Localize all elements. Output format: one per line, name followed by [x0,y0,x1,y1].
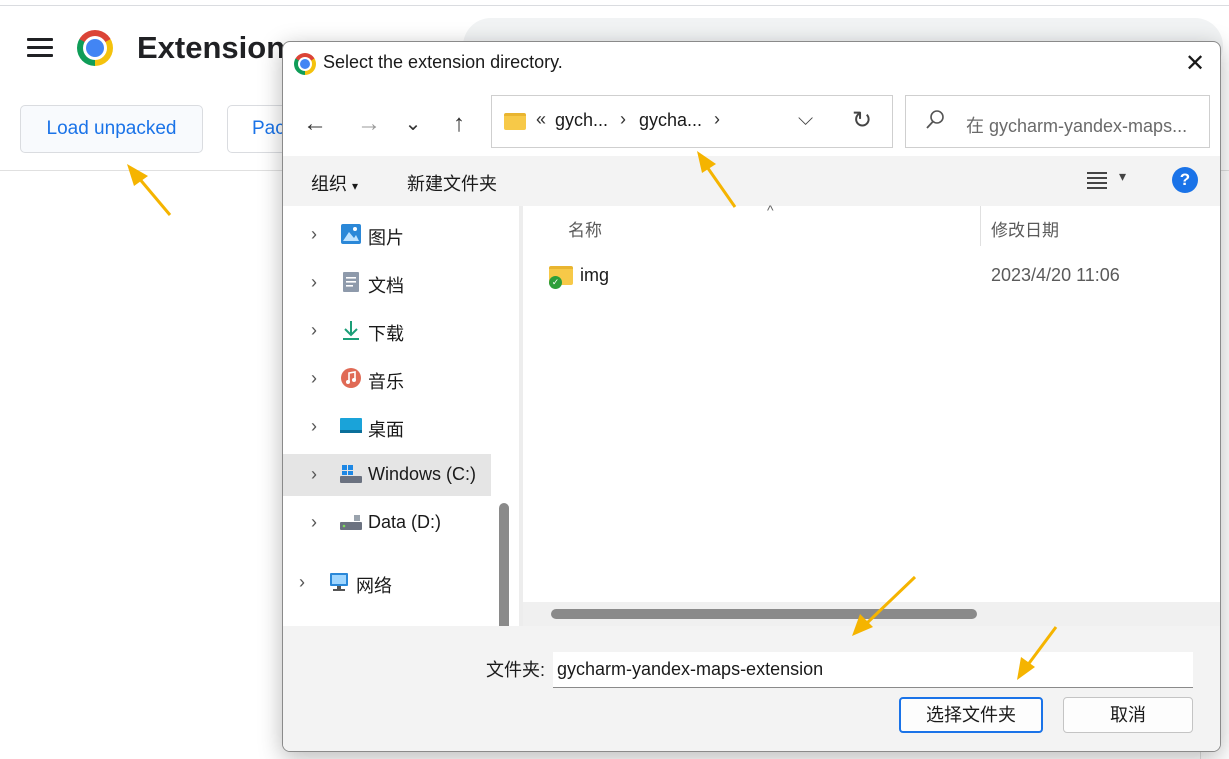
nav-item-music[interactable]: › 音乐 [283,358,491,400]
nav-item-pictures[interactable]: › 图片 [283,214,491,256]
expand-chevron-icon[interactable]: › [311,464,317,485]
nav-item-network[interactable]: › 网络 [283,562,479,604]
nav-item-label: Windows (C:) [368,464,477,484]
chrome-logo-icon [77,30,113,66]
organize-menu[interactable]: 组织 ▾ [311,170,358,196]
network-icon [330,573,348,591]
folder-field-label: 文件夹: [486,660,546,680]
view-options-icon[interactable] [1087,172,1107,190]
page-title: Extension [137,30,286,65]
nav-item-downloads[interactable]: › 下载 [283,310,491,352]
breadcrumb-overflow[interactable]: « [536,109,546,130]
folder-icon [504,113,526,130]
back-icon[interactable]: ← [297,106,333,142]
forward-icon[interactable]: → [351,106,387,142]
nav-item-windows-c[interactable]: › Windows (C:) [283,454,491,496]
expand-chevron-icon[interactable]: › [311,512,317,533]
expand-chevron-icon[interactable]: › [311,320,317,341]
chevron-down-icon: ▾ [352,179,359,193]
top-divider [0,5,1229,6]
chrome-app-icon [294,53,316,75]
sort-ascending-icon: ^ [767,202,774,218]
pictures-icon [341,224,361,244]
breadcrumb-separator[interactable]: › [620,109,626,130]
breadcrumb-separator[interactable]: › [714,109,720,130]
file-modified-date: 2023/4/20 11:06 [991,265,1120,285]
drive-d-icon [340,515,362,530]
select-folder-dialog: Select the extension directory. ✕ ← → ⌄ … [282,41,1221,752]
menu-icon[interactable] [27,38,53,58]
view-dropdown-icon[interactable]: ▾ [1119,168,1126,185]
nav-item-label: 桌面 [368,420,404,440]
expand-chevron-icon[interactable]: › [311,224,317,245]
folder-search-input[interactable]: 在 gycharm-yandex-maps... [905,95,1210,148]
organize-label: 组织 [311,174,347,194]
desktop-icon [340,418,362,433]
search-placeholder: 在 gycharm-yandex-maps... [966,116,1188,136]
address-bar[interactable]: « gych... › gycha... › ⌵ ↻ [491,95,893,148]
close-icon[interactable]: ✕ [1179,49,1211,79]
folder-name-input[interactable] [553,652,1193,688]
drive-c-icon [340,465,362,483]
dialog-footer: 文件夹: 选择文件夹 取消 [283,626,1220,751]
navigation-pane: › 图片 › 文档 › 下载 › 音乐 › 桌面 › Windows (C:) … [283,206,519,638]
horizontal-scrollbar[interactable] [551,609,977,619]
expand-chevron-icon[interactable]: › [311,368,317,389]
cancel-button[interactable]: 取消 [1063,697,1193,733]
new-folder-button[interactable]: 新建文件夹 [407,170,497,196]
expand-chevron-icon[interactable]: › [311,416,317,437]
column-header-modified[interactable]: 修改日期 [991,216,1059,241]
up-folder-icon[interactable]: ↑ [441,106,477,142]
column-header-name[interactable]: 名称 [568,216,602,241]
download-icon [343,321,359,340]
nav-item-label: Data (D:) [368,512,442,532]
breadcrumb-item[interactable]: gych... [555,110,608,131]
search-icon [926,110,944,129]
music-icon [341,368,361,388]
nav-pane-scrollbar[interactable] [499,503,509,638]
nav-item-label: 文档 [368,276,404,296]
nav-item-label: 图片 [368,228,404,248]
recent-locations-chevron-icon[interactable]: ⌄ [395,106,431,142]
breadcrumb-item[interactable]: gycha... [639,110,702,131]
expand-chevron-icon[interactable]: › [311,272,317,293]
nav-item-label: 音乐 [368,372,404,392]
address-dropdown-icon[interactable]: ⌵ [798,108,813,131]
sync-status-icon: ✓ [549,276,562,289]
refresh-icon[interactable]: ↻ [852,106,872,135]
annotation-arrow-load-unpacked [127,164,172,216]
nav-item-label: 下载 [368,324,404,344]
column-divider[interactable] [980,206,981,246]
command-bar: 组织 ▾ 新建文件夹 ▾ ? [283,156,1220,206]
nav-item-desktop[interactable]: › 桌面 [283,406,491,448]
expand-chevron-icon[interactable]: › [299,572,305,593]
screen: Extension Load unpacked Pac Select the e… [0,0,1229,759]
nav-item-label: 网络 [356,576,392,596]
list-item[interactable]: ✓ img 2023/4/20 11:06 [549,258,1189,298]
help-icon[interactable]: ? [1172,167,1198,193]
documents-icon [343,272,359,292]
dialog-title: Select the extension directory. [323,52,563,72]
select-folder-button[interactable]: 选择文件夹 [899,697,1043,733]
nav-item-documents[interactable]: › 文档 [283,262,491,304]
load-unpacked-button[interactable]: Load unpacked [20,105,203,153]
file-list: ^ 名称 修改日期 ✓ img 2023/4/20 11:06 [523,202,1220,626]
file-name: img [580,265,610,285]
nav-item-data-d[interactable]: › Data (D:) [283,502,491,544]
